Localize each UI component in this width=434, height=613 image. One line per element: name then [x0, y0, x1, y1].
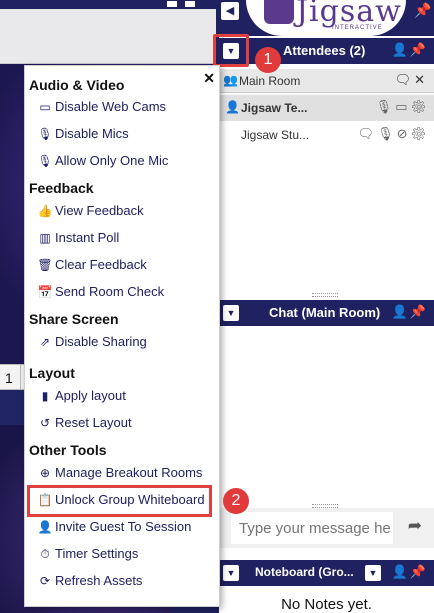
menu-item-allow-one-mic[interactable]: 🎙 Allow Only One Mic [37, 153, 168, 173]
room-label: Main Room [239, 74, 301, 88]
collapse-left-icon[interactable]: ◀ [221, 2, 239, 20]
bar-chart-icon: ▥ [39, 231, 51, 245]
user-icon[interactable]: 👤 [392, 304, 410, 319]
unlock-item-highlight-box [27, 485, 212, 517]
pin-icon[interactable]: 📌 [410, 564, 428, 579]
puzzle-piece-icon [264, 0, 294, 24]
video-camera-icon: ▭ [39, 100, 51, 114]
stage-control-button[interactable] [184, 0, 196, 8]
video-camera-icon[interactable]: ▭ [395, 99, 410, 114]
send-icon[interactable]: ➦ [408, 516, 422, 536]
calendar-check-icon: 📅 [37, 285, 53, 299]
step-callout: 1 [255, 47, 281, 73]
menu-item-disable-web-cams[interactable]: ▭ Disable Web Cams [37, 99, 166, 119]
trash-icon: 🗑 [37, 258, 53, 272]
chat-bubble-icon[interactable]: 🗨 [395, 72, 415, 87]
section-feedback: Feedback [29, 180, 94, 196]
pin-icon[interactable]: 📌 [410, 304, 428, 319]
menu-item-send-room-check[interactable]: 📅 Send Room Check [37, 284, 165, 304]
menu-item-instant-poll[interactable]: ▥ Instant Poll [37, 230, 119, 250]
close-icon[interactable]: ✕ [203, 70, 215, 87]
share-square-icon: ⇗ [39, 335, 51, 349]
section-layout: Layout [29, 365, 75, 381]
user-plus-icon: 👤 [37, 520, 53, 534]
attendee-row[interactable]: 👤 Jigsaw Te... 🎙▭⚙ [219, 95, 434, 121]
chat-bubble-icon[interactable]: 🗨 [358, 126, 378, 141]
microphone-icon: 🎙 [37, 154, 53, 168]
video-off-icon[interactable]: ⊘ [397, 126, 411, 141]
logo-subtext: INTERACTIVE [332, 25, 383, 31]
menu-item-refresh-assets[interactable]: ⟳ Refresh Assets [37, 573, 142, 593]
menu-item-manage-breakout-rooms[interactable]: ⊕ Manage Breakout Rooms [37, 465, 202, 485]
pin-icon[interactable]: 📌 [410, 42, 428, 57]
chat-message-input[interactable] [231, 512, 393, 544]
menu-item-view-feedback[interactable]: 👍 View Feedback [37, 203, 144, 223]
chat-panel-header: ▼ Chat (Main Room) 👤📌 [219, 300, 434, 326]
stage-top-bar [0, 0, 216, 9]
menu-item-clear-feedback[interactable]: 🗑 Clear Feedback [37, 257, 146, 277]
attendees-title: Attendees (2) [283, 43, 366, 58]
chat-messages-area [219, 326, 434, 506]
microphone-icon: 🎙 [37, 127, 53, 141]
menu-item-reset-layout[interactable]: ↺ Reset Layout [37, 415, 132, 435]
stopwatch-icon: ⏱ [40, 547, 50, 561]
pin-icon[interactable]: 📌 [414, 2, 431, 19]
attendee-row[interactable]: Jigsaw Stu... 🗨🎙⊘⚙ [219, 122, 434, 148]
noteboard-title: Noteboard (Gro... [255, 565, 354, 579]
menu-item-timer-settings[interactable]: ⏱ Timer Settings [37, 546, 138, 566]
tools-menu: ✕ Audio & Video ▭ Disable Web Cams 🎙 Disab… [24, 65, 220, 607]
panel-resize-handle[interactable] [312, 293, 338, 297]
section-other-tools: Other Tools [29, 442, 107, 458]
plus-circle-icon: ⊕ [39, 466, 51, 480]
noteboard-panel-header: ▼ Noteboard (Gro... ▼ 👤📌 [219, 560, 434, 586]
no-notes-text: No Notes yet. [281, 596, 372, 613]
noteboard-dropdown-button[interactable]: ▼ [223, 565, 239, 581]
stage-toolbar [0, 9, 216, 64]
divider [20, 365, 21, 389]
chat-input-area: ➦ [219, 508, 434, 548]
undo-icon: ↺ [39, 416, 51, 430]
stage-control-button[interactable] [166, 0, 178, 8]
close-icon[interactable]: ✕ [414, 72, 428, 87]
bookmark-icon: ▮ [41, 389, 49, 403]
gear-icon[interactable]: ⚙ [410, 126, 430, 141]
attendee-name: Jigsaw Stu... [241, 128, 310, 142]
section-audio-video: Audio & Video [29, 77, 125, 93]
thumbs-up-icon: 👍 [37, 204, 53, 218]
gear-icon[interactable]: ⚙ [410, 99, 430, 114]
menu-item-invite-guest[interactable]: 👤 Invite Guest To Session [37, 519, 192, 539]
room-row[interactable]: 👥 Main Room 🗨✕ [219, 69, 434, 93]
refresh-icon: ⟳ [39, 574, 51, 588]
microphone-icon[interactable]: 🎙 [377, 126, 397, 141]
noteboard-group-dropdown[interactable]: ▼ [365, 565, 381, 581]
users-icon: 👥 [223, 73, 238, 87]
attendees-panel-header: ▼ Attendees (2) 👤📌 [219, 38, 434, 64]
microphone-icon[interactable]: 🎙 [376, 99, 396, 114]
chat-dropdown-button[interactable]: ▼ [223, 305, 239, 321]
menu-item-disable-mics[interactable]: 🎙 Disable Mics [37, 126, 128, 146]
menu-item-apply-layout[interactable]: ▮ Apply layout [37, 388, 126, 408]
dropdown-highlight-box [213, 34, 249, 67]
user-icon[interactable]: 👤 [392, 42, 410, 57]
attendee-name: Jigsaw Te... [241, 101, 308, 115]
page-number[interactable]: 1 [5, 370, 13, 386]
user-icon: 👤 [225, 100, 240, 114]
step-callout: 2 [223, 488, 249, 514]
section-share-screen: Share Screen [29, 311, 119, 327]
menu-item-disable-sharing[interactable]: ⇗ Disable Sharing [37, 334, 147, 354]
chat-title: Chat (Main Room) [269, 305, 381, 320]
jigsaw-logo: Jigsaw INTERACTIVE [246, 0, 406, 36]
user-icon[interactable]: 👤 [392, 564, 410, 579]
